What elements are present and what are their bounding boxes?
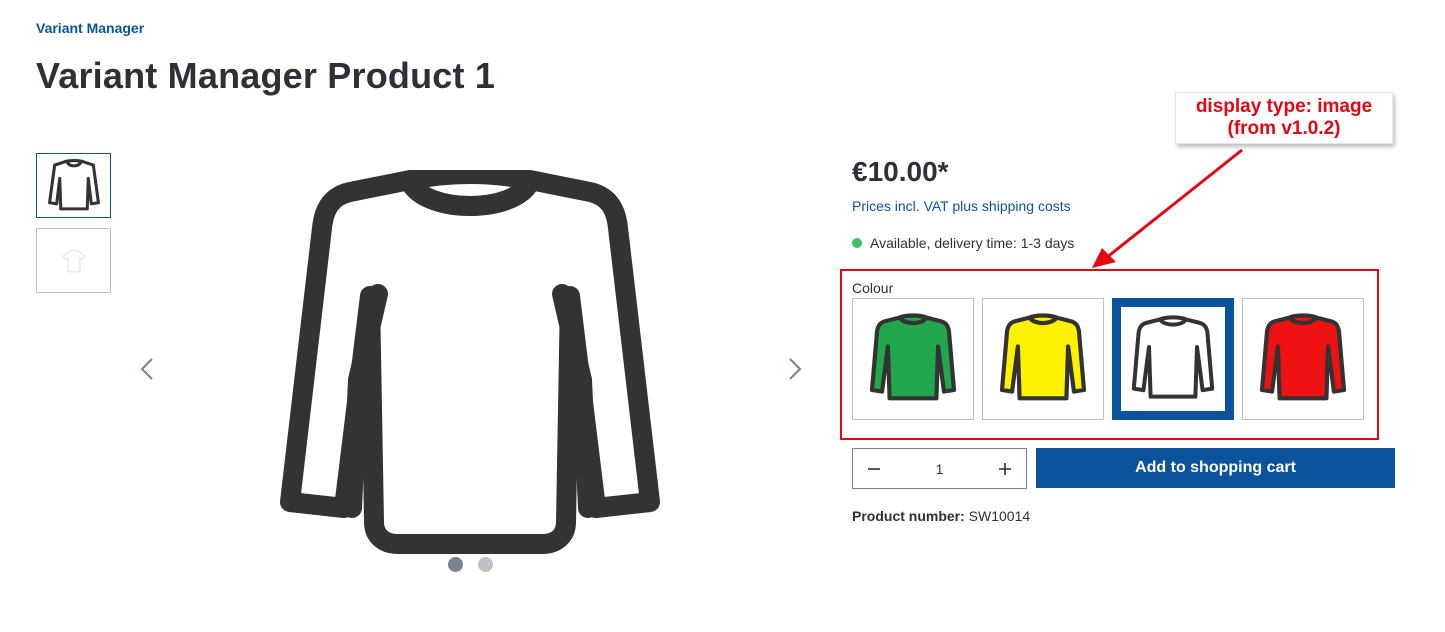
- long-sleeve-shirt-icon: [280, 164, 660, 554]
- gallery-thumbnail-2[interactable]: [36, 228, 111, 293]
- yellow-shirt-icon: [999, 313, 1087, 401]
- annotation-line-2: (from v1.0.2): [1227, 118, 1341, 139]
- tax-info-link[interactable]: Prices incl. VAT plus shipping costs: [852, 198, 1071, 214]
- swatch-white-selected[interactable]: [1112, 298, 1234, 420]
- availability-status: Available, delivery time: 1-3 days: [852, 235, 1074, 251]
- annotation-callout: display type: image (from v1.0.2): [1175, 92, 1393, 144]
- availability-text: Available, delivery time: 1-3 days: [870, 235, 1075, 251]
- gallery-dot-2[interactable]: [478, 557, 493, 572]
- swatch-green[interactable]: [852, 298, 974, 420]
- product-number: Product number: SW10014: [852, 508, 1030, 524]
- swatch-red[interactable]: [1242, 298, 1364, 420]
- breadcrumb-link[interactable]: Variant Manager: [36, 20, 144, 36]
- chevron-left-icon: [140, 358, 153, 380]
- chevron-right-icon: [789, 358, 802, 380]
- product-number-value: SW10014: [968, 508, 1031, 524]
- red-shirt-icon: [1259, 313, 1347, 401]
- gallery-dot-1[interactable]: [448, 557, 463, 572]
- gallery-next-button[interactable]: [784, 355, 806, 383]
- quantity-stepper[interactable]: [852, 448, 1027, 489]
- swatch-yellow[interactable]: [982, 298, 1104, 420]
- quantity-increase-button[interactable]: [984, 449, 1026, 488]
- plus-icon: [999, 462, 1011, 475]
- add-to-cart-button[interactable]: Add to shopping cart: [1036, 448, 1395, 488]
- available-status-dot: [852, 238, 862, 248]
- gallery-thumbnail-1[interactable]: [36, 153, 111, 218]
- colour-label: Colour: [852, 280, 894, 296]
- shirt-icon: [47, 158, 100, 210]
- product-price: €10.00*: [852, 156, 949, 187]
- annotation-arrow: [1092, 148, 1243, 268]
- green-shirt-icon: [869, 313, 957, 401]
- quantity-input[interactable]: [899, 460, 980, 477]
- gallery-prev-button[interactable]: [136, 355, 158, 383]
- minus-icon: [868, 467, 880, 470]
- white-shirt-icon: [1131, 315, 1215, 399]
- page-title: Variant Manager Product 1: [36, 55, 496, 96]
- faint-shirt-icon: [62, 249, 85, 272]
- product-number-label: Product number:: [852, 508, 965, 524]
- main-product-image: [270, 164, 670, 560]
- quantity-decrease-button[interactable]: [853, 449, 895, 488]
- annotation-line-1: display type: image: [1195, 96, 1373, 117]
